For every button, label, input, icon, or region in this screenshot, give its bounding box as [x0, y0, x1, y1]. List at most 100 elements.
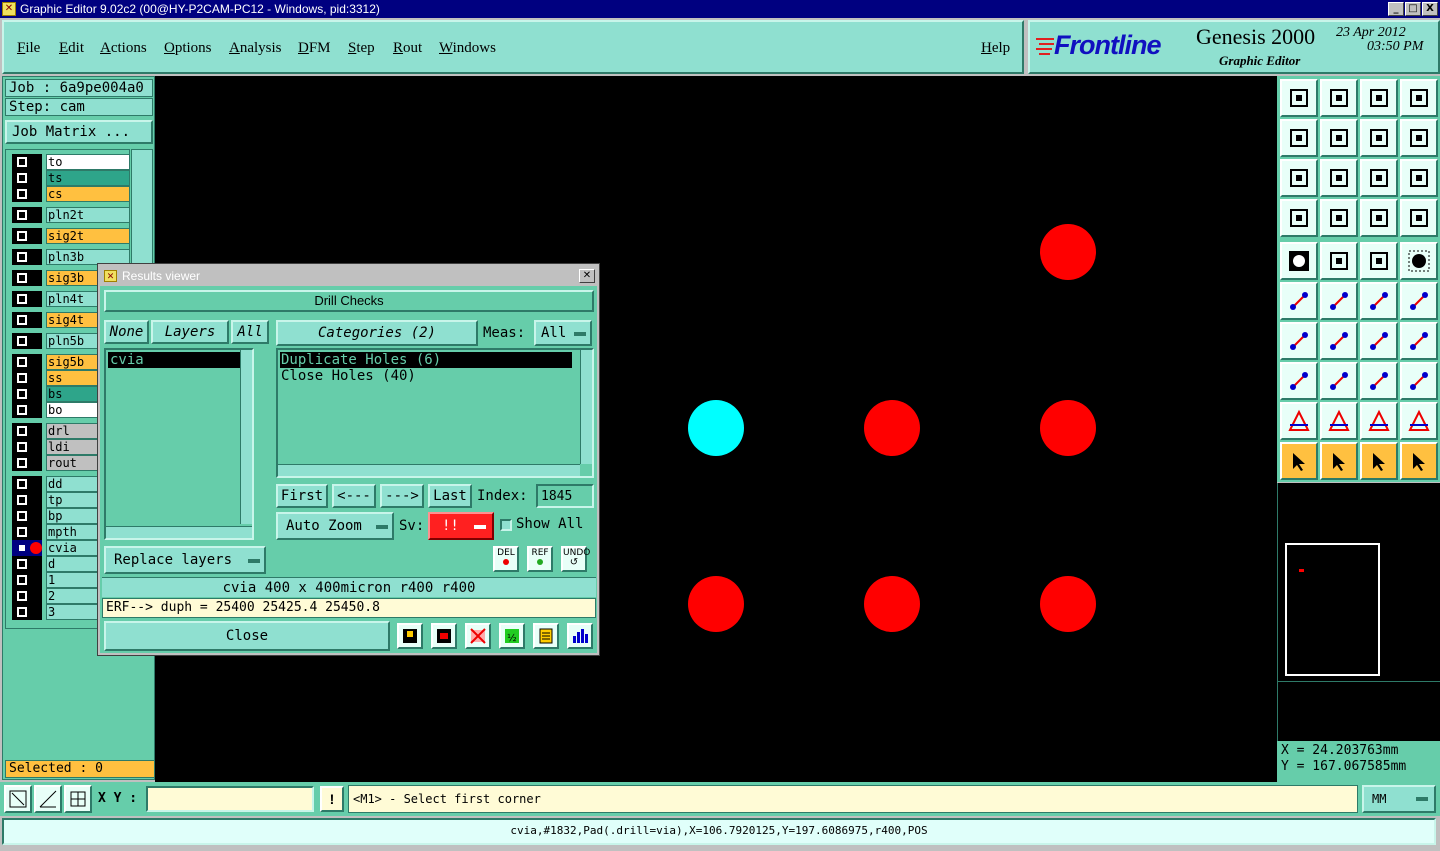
layer-checkbox[interactable]: [12, 572, 42, 588]
layer-checkbox[interactable]: [12, 540, 42, 556]
category-list[interactable]: Duplicate Holes (6) Close Holes (40): [276, 348, 594, 478]
triangle-3-icon[interactable]: [1360, 402, 1398, 440]
overview-map[interactable]: [1277, 483, 1440, 741]
layer-checkbox[interactable]: [12, 556, 42, 572]
angle-icon[interactable]: [1280, 322, 1318, 360]
save-icon[interactable]: [1320, 79, 1358, 117]
menu-file[interactable]: File: [17, 40, 40, 57]
layer-checkbox[interactable]: [12, 588, 42, 604]
histogram-icon[interactable]: [567, 623, 593, 649]
pad-icon[interactable]: [1280, 362, 1318, 400]
help-icon[interactable]: [1400, 159, 1438, 197]
reference-button[interactable]: REF: [527, 546, 553, 572]
stretch-icon[interactable]: [1360, 362, 1398, 400]
dialog-close-icon[interactable]: ✕: [579, 269, 595, 283]
pad-red[interactable]: [864, 400, 920, 456]
minimize-button[interactable]: _: [1388, 2, 1404, 16]
select-arrow-icon[interactable]: [1280, 442, 1318, 480]
menu-edit[interactable]: Edit: [59, 40, 84, 57]
layer-checkbox[interactable]: [12, 524, 42, 540]
layer-row-sig2t[interactable]: sig2t: [12, 228, 130, 244]
horizontal-scrollbar[interactable]: [278, 464, 580, 476]
menu-windows[interactable]: Windows: [439, 40, 496, 57]
settings-icon[interactable]: [1280, 199, 1318, 237]
flag-icon[interactable]: [397, 623, 423, 649]
dot-icon[interactable]: [1400, 242, 1438, 280]
vertical-scrollbar[interactable]: [240, 350, 252, 524]
layer-compare-icon[interactable]: [1360, 199, 1398, 237]
scale-icon[interactable]: [1360, 159, 1398, 197]
last-button[interactable]: Last: [428, 484, 472, 508]
no-ref-icon[interactable]: [465, 623, 491, 649]
list-item[interactable]: Close Holes (40): [280, 368, 592, 384]
horizontal-scrollbar[interactable]: [106, 526, 252, 538]
layers-button[interactable]: Layers: [151, 320, 229, 344]
layer-checkbox[interactable]: [12, 508, 42, 524]
report-icon[interactable]: [431, 623, 457, 649]
first-button[interactable]: First: [276, 484, 328, 508]
layer-checkbox[interactable]: [12, 207, 42, 223]
fill-icon[interactable]: [1280, 242, 1318, 280]
triangle-icon[interactable]: [1280, 402, 1318, 440]
measure-icon[interactable]: [34, 785, 62, 813]
delete-button[interactable]: DEL: [493, 546, 519, 572]
categories-button[interactable]: Categories (2): [276, 320, 478, 346]
line-point-icon[interactable]: [1360, 282, 1398, 320]
menu-options[interactable]: Options: [164, 40, 212, 57]
pad-red[interactable]: [864, 576, 920, 632]
window-icon[interactable]: [1400, 79, 1438, 117]
layer-checkbox[interactable]: [12, 186, 42, 202]
notes-icon[interactable]: [533, 623, 559, 649]
pad-red[interactable]: [1040, 224, 1096, 280]
layer-checkbox[interactable]: [12, 439, 42, 455]
select-net-icon[interactable]: [1400, 442, 1438, 480]
auto-zoom-select[interactable]: Auto Zoom: [276, 512, 394, 540]
ruler-icon[interactable]: [1360, 242, 1398, 280]
list-item[interactable]: cvia: [108, 352, 246, 368]
layer-checkbox[interactable]: [12, 333, 42, 349]
pad-red[interactable]: [1040, 576, 1096, 632]
xy-input[interactable]: [146, 786, 314, 812]
menu-rout[interactable]: Rout: [393, 40, 422, 57]
next-button[interactable]: --->: [380, 484, 424, 508]
grid-icon[interactable]: [1320, 199, 1358, 237]
layer-checkbox[interactable]: [12, 249, 42, 265]
menu-actions[interactable]: Actions: [100, 40, 147, 57]
menu-help[interactable]: Help: [981, 40, 1010, 57]
zoom-out-icon[interactable]: [1320, 119, 1358, 157]
cross-icon[interactable]: [1320, 282, 1358, 320]
layer-checkbox[interactable]: [12, 476, 42, 492]
triangle-2-icon[interactable]: [1320, 402, 1358, 440]
layer-results-list[interactable]: cvia: [104, 348, 254, 540]
layer-checkbox[interactable]: [12, 370, 42, 386]
severity-select[interactable]: !!: [428, 512, 494, 540]
close-button[interactable]: Close: [104, 621, 390, 651]
grid-icon[interactable]: [64, 785, 92, 813]
layer-checkbox[interactable]: [12, 386, 42, 402]
connect-icon[interactable]: [1280, 282, 1318, 320]
shapes-icon[interactable]: [1400, 362, 1438, 400]
zoom-in-icon[interactable]: [1280, 119, 1318, 157]
prev-button[interactable]: <---: [332, 484, 376, 508]
layer-row-pln2t[interactable]: pln2t: [12, 207, 130, 223]
select-none-button[interactable]: None: [104, 320, 149, 344]
layer-checkbox[interactable]: [12, 604, 42, 620]
layer-checkbox[interactable]: [12, 402, 42, 418]
index-input[interactable]: [536, 484, 594, 508]
layer-checkbox[interactable]: [12, 270, 42, 286]
fit-all-icon[interactable]: [1280, 159, 1318, 197]
menu-dfm[interactable]: DFM: [298, 40, 331, 57]
maximize-button[interactable]: □: [1405, 2, 1421, 16]
pan-icon[interactable]: [1360, 119, 1398, 157]
layer-row-cs[interactable]: cs: [12, 186, 130, 202]
layer-row-ts[interactable]: ts: [12, 170, 130, 186]
job-matrix-button[interactable]: Job Matrix ...: [5, 120, 153, 144]
select-poly-icon[interactable]: [1360, 442, 1398, 480]
layer-checkbox[interactable]: [12, 423, 42, 439]
flip-icon[interactable]: [1400, 322, 1438, 360]
vertical-scrollbar[interactable]: [580, 350, 592, 464]
rotate-icon[interactable]: [1360, 322, 1398, 360]
close-window-button[interactable]: X: [1422, 2, 1438, 16]
triangle-4-icon[interactable]: [1400, 402, 1438, 440]
alert-button[interactable]: !: [320, 786, 344, 812]
